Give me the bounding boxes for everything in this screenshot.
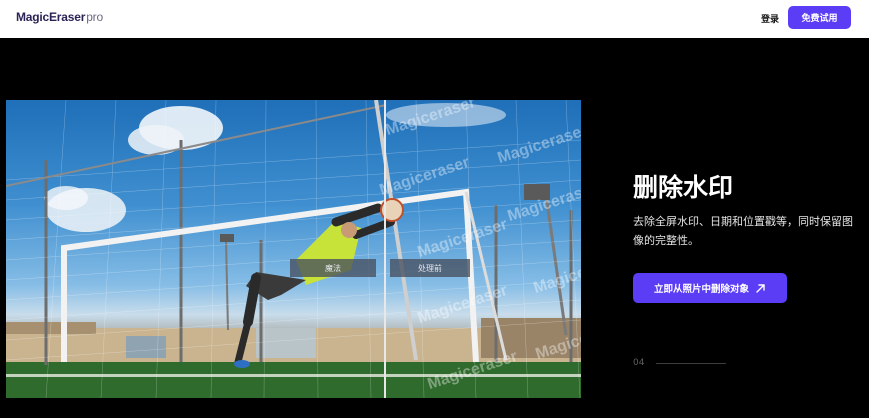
feature-title: 删除水印 bbox=[633, 173, 734, 202]
before-after-comparison-image[interactable]: 魔法 处理前 Magiceraser Magiceraser Magiceras… bbox=[6, 100, 581, 398]
after-label: 魔法 bbox=[290, 259, 376, 277]
top-nav-bar: MagicEraserpro 登录 免费试用 bbox=[0, 0, 869, 38]
feature-description: 去除全屏水印、日期和位置戳等，同时保留图像的完整性。 bbox=[633, 215, 853, 247]
logo-suffix: pro bbox=[86, 10, 103, 24]
slide-progress-line bbox=[656, 363, 726, 364]
brand-logo[interactable]: MagicEraserpro bbox=[16, 10, 103, 24]
arrow-up-right-icon bbox=[756, 283, 765, 293]
login-link[interactable]: 登录 bbox=[761, 12, 779, 25]
slide-indicator-number: 04 bbox=[633, 358, 645, 368]
free-trial-button[interactable]: 免费试用 bbox=[788, 6, 851, 29]
remove-object-cta-button[interactable]: 立即从照片中删除对象 bbox=[633, 273, 787, 303]
cta-label: 立即从照片中删除对象 bbox=[653, 284, 749, 295]
logo-text: MagicEraser bbox=[16, 10, 86, 24]
before-label: 处理前 bbox=[390, 259, 470, 277]
comparison-divider-handle[interactable] bbox=[384, 100, 386, 398]
